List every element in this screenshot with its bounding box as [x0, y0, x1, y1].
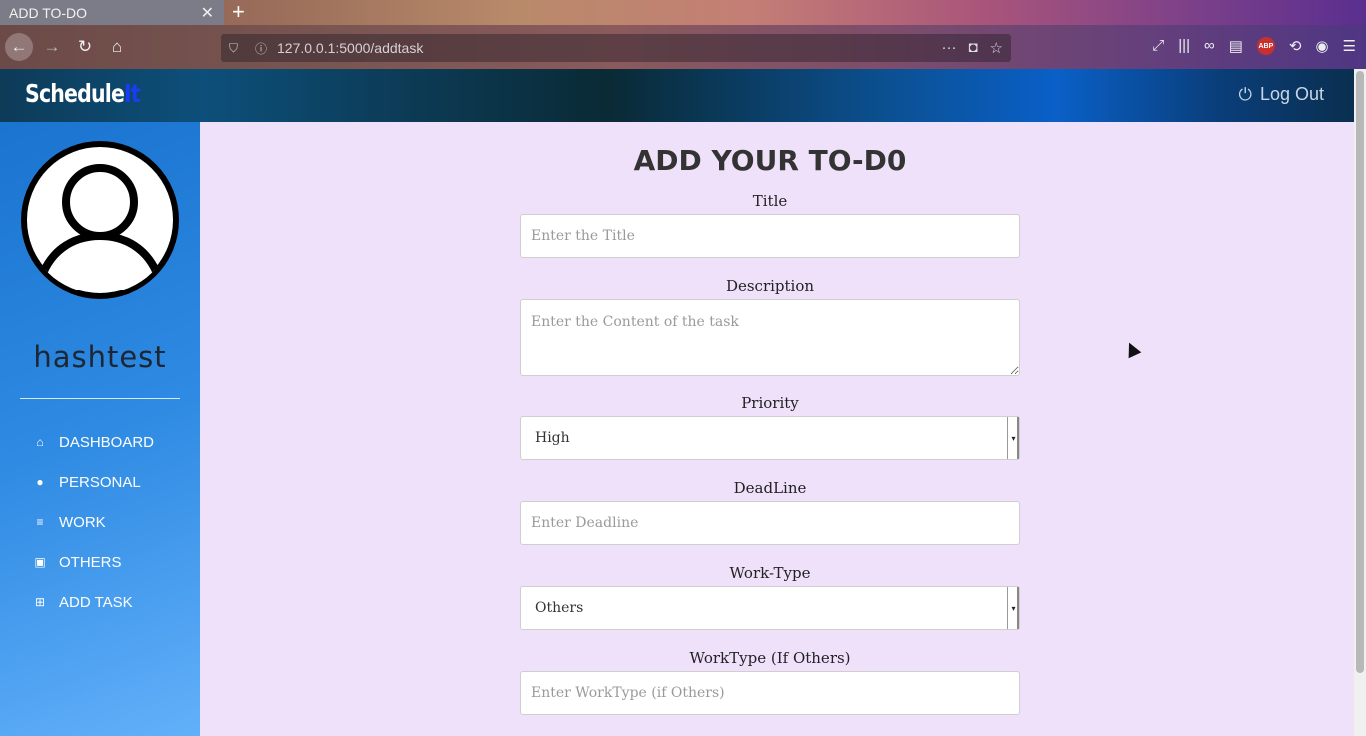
close-tab-icon[interactable]: ✕ [201, 3, 214, 23]
logout-button[interactable]: ⏻ Log Out [1239, 84, 1325, 105]
priority-select[interactable]: High ▾ [520, 416, 1020, 460]
pocket-icon[interactable]: ◘ [968, 39, 977, 57]
worktype-other-input[interactable] [520, 671, 1020, 715]
worktype-other-label: WorkType (If Others) [689, 649, 851, 667]
sidebar-item-label: DASHBOARD [59, 433, 155, 451]
page-scrollbar[interactable] [1354, 69, 1366, 736]
forward-arrow-icon[interactable]: → [38, 33, 66, 61]
sidebar-item-others[interactable]: ▣ OTHERS [0, 542, 200, 582]
sidebar-divider [20, 398, 180, 399]
worktype-select[interactable]: Others ▾ [520, 586, 1020, 630]
home-icon: ⌂ [36, 435, 44, 449]
more-icon[interactable]: ··· [941, 39, 956, 57]
expand-icon[interactable]: ⤢ [1152, 37, 1164, 55]
sync-icon[interactable]: ⟲ [1289, 37, 1302, 55]
private-mask-icon[interactable]: ∞ [1204, 37, 1215, 55]
description-label: Description [725, 277, 815, 295]
reload-icon[interactable]: ↻ [71, 33, 99, 61]
dropdown-arrow-icon: ▾ [1007, 587, 1019, 629]
title-input[interactable] [520, 214, 1020, 258]
scrollbar-thumb[interactable] [1356, 71, 1364, 673]
browser-toolbar: ← → ↻ ⌂ ⛉ ⓘ 127.0.0.1:5000/addtask ··· ◘… [0, 25, 1366, 69]
username: hashtest [33, 340, 167, 374]
back-arrow-icon[interactable]: ← [5, 33, 33, 61]
deadline-input[interactable] [520, 501, 1020, 545]
list-icon: ≡ [36, 515, 44, 529]
url-text[interactable]: 127.0.0.1:5000/addtask [277, 40, 423, 56]
hamburger-menu-icon[interactable]: ☰ [1343, 37, 1356, 55]
star-icon[interactable]: ☆ [990, 39, 1003, 57]
new-tab-icon[interactable]: + [232, 0, 245, 24]
plus-square-icon: ⊞ [34, 595, 46, 609]
logo-part2: It [124, 79, 141, 108]
worktype-value: Others [535, 600, 584, 616]
sidebar-item-label: ADD TASK [59, 593, 133, 611]
library-icon[interactable]: ||| [1178, 37, 1190, 55]
sidebar-item-personal[interactable]: ● PERSONAL [0, 462, 200, 502]
add-task-form: Title Description Priority High ▾ DeadLi… [520, 192, 1020, 715]
logout-label: Log Out [1259, 84, 1324, 104]
description-textarea[interactable] [520, 299, 1020, 376]
avatar [21, 141, 179, 299]
user-icon: ● [36, 475, 44, 489]
sidebar-item-add-task[interactable]: ⊞ ADD TASK [0, 582, 200, 622]
account-icon[interactable]: ◉ [1315, 37, 1328, 55]
deadline-label: DeadLine [733, 479, 807, 497]
browser-tab[interactable]: ADD TO-DO ✕ [0, 0, 224, 25]
adblock-icon[interactable]: ABP [1256, 37, 1275, 55]
sidebar-menu: ⌂ DASHBOARD ● PERSONAL ≡ WORK ▣ OTHERS ⊞… [0, 422, 200, 622]
sidebar-item-work[interactable]: ≡ WORK [0, 502, 200, 542]
worktype-label: Work-Type [729, 564, 811, 582]
dropdown-arrow-icon: ▾ [1007, 417, 1019, 459]
home-icon[interactable]: ⌂ [103, 33, 131, 61]
sidebar-item-label: WORK [59, 513, 106, 531]
reader-view-icon[interactable]: ▤ [1229, 37, 1243, 55]
title-label: Title [752, 192, 788, 210]
sidebar-item-dashboard[interactable]: ⌂ DASHBOARD [0, 422, 200, 462]
sidebar-item-label: PERSONAL [59, 473, 141, 491]
priority-value: High [535, 430, 570, 446]
url-bar[interactable]: ⛉ ⓘ 127.0.0.1:5000/addtask ··· ◘ ☆ [221, 34, 1011, 62]
logo-part1: Schedule [25, 79, 125, 108]
shield-icon[interactable]: ⛉ [229, 41, 243, 56]
box-icon: ▣ [34, 555, 46, 569]
page-title: ADD YOUR TO-D0 [633, 144, 907, 177]
sidebar-item-label: OTHERS [59, 553, 122, 571]
app-logo[interactable]: ScheduleIt [25, 79, 141, 108]
browser-tab-title: ADD TO-DO [9, 4, 88, 21]
info-icon[interactable]: ⓘ [255, 40, 269, 57]
browser-tab-bar: ADD TO-DO ✕ + [0, 0, 1366, 25]
main-content: ADD YOUR TO-D0 Title Description Priorit… [200, 122, 1354, 736]
sidebar: hashtest ⌂ DASHBOARD ● PERSONAL ≡ WORK ▣… [0, 122, 200, 736]
priority-label: Priority [741, 394, 799, 412]
app-header: ScheduleIt ⏻ Log Out [0, 69, 1354, 122]
power-icon: ⏻ [1238, 84, 1252, 104]
